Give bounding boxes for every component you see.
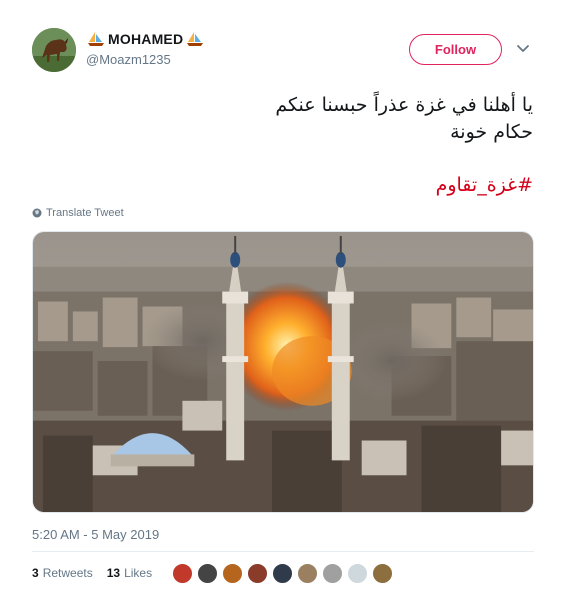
- liker-avatar[interactable]: [272, 563, 293, 584]
- liker-avatar[interactable]: [322, 563, 343, 584]
- sailboat-icon: [86, 31, 106, 47]
- tweet-media-image[interactable]: [32, 231, 534, 513]
- author-name-row[interactable]: MOHAMED: [86, 31, 205, 47]
- author-handle[interactable]: @Moazm1235: [86, 52, 171, 67]
- retweets-label[interactable]: Retweets: [43, 566, 93, 580]
- tweet-timestamp[interactable]: 5:20 AM - 5 May 2019: [32, 527, 159, 542]
- hashtag-link[interactable]: #غزة_تقاوم: [436, 174, 533, 196]
- divider: [32, 551, 534, 552]
- sailboat-icon: [185, 31, 205, 47]
- translate-tweet-link[interactable]: Translate Tweet: [32, 207, 124, 219]
- retweets-count[interactable]: 3: [32, 566, 39, 580]
- liker-avatar[interactable]: [372, 563, 393, 584]
- liker-avatar[interactable]: [197, 563, 218, 584]
- liker-avatar[interactable]: [347, 563, 368, 584]
- follow-button[interactable]: Follow: [409, 34, 502, 65]
- likes-count[interactable]: 13: [107, 566, 120, 580]
- author-display-name[interactable]: MOHAMED: [108, 31, 183, 47]
- tweet-stats: 3 Retweets 13 Likes: [32, 566, 166, 580]
- globe-icon: [32, 208, 42, 218]
- liker-avatar[interactable]: [222, 563, 243, 584]
- tweet-text-line: يا أهلنا في غزة عذراً حبسنا عنكم: [275, 94, 533, 116]
- likes-label[interactable]: Likes: [124, 566, 152, 580]
- liker-avatar[interactable]: [247, 563, 268, 584]
- tweet-text: يا أهلنا في غزة عذراً حبسنا عنكم حكام خو…: [93, 92, 533, 146]
- author-avatar[interactable]: [32, 28, 76, 72]
- tweet-card: MOHAMED @Moazm1235 Follow يا أهلنا في غز…: [0, 0, 565, 593]
- tweet-text-line: حكام خونة: [450, 121, 533, 143]
- liker-avatars: [172, 563, 397, 584]
- chevron-down-icon[interactable]: [516, 42, 530, 56]
- liker-avatar[interactable]: [297, 563, 318, 584]
- translate-tweet-label[interactable]: Translate Tweet: [46, 207, 124, 219]
- liker-avatar[interactable]: [172, 563, 193, 584]
